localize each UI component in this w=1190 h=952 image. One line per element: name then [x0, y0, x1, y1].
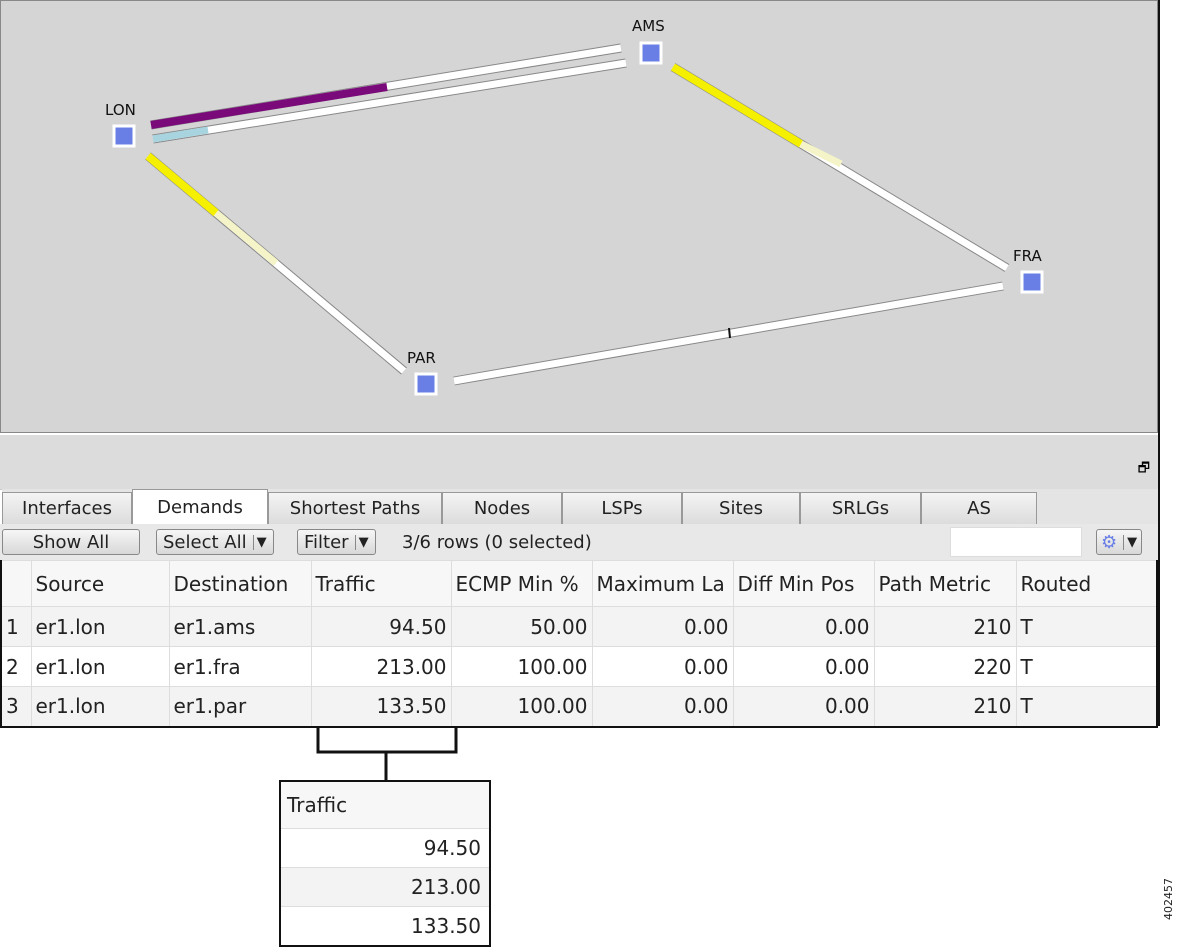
- callout-value: 133.50: [280, 906, 490, 947]
- cell-traffic: 213.00: [310, 646, 452, 687]
- node-label-ams: AMS: [632, 17, 665, 35]
- cell-source: er1.lon: [30, 606, 170, 647]
- frame-border: [1158, 0, 1160, 726]
- tab-shortest-paths[interactable]: Shortest Paths: [268, 492, 442, 524]
- cell-path-metric: 210: [873, 606, 1017, 647]
- node-par: [414, 372, 438, 396]
- column-header-traffic[interactable]: Traffic: [310, 560, 452, 607]
- tab-demands[interactable]: Demands: [132, 489, 268, 524]
- cell-routed: T: [1015, 686, 1158, 727]
- column-header-routed[interactable]: Routed: [1015, 560, 1158, 607]
- show-all-label: Show All: [32, 531, 110, 553]
- cell-diff-min-pos: 0.00: [732, 646, 875, 687]
- cell-destination: er1.fra: [168, 646, 312, 687]
- tab-nodes[interactable]: Nodes: [442, 492, 562, 524]
- table-row[interactable]: 1 er1.lon er1.ams 94.50 50.00 0.00 0.00 …: [0, 606, 1158, 647]
- column-header-ecmp-min[interactable]: ECMP Min %: [450, 560, 593, 607]
- table-header-row: Source Destination Traffic ECMP Min % Ma…: [0, 560, 1158, 607]
- tab-sites[interactable]: Sites: [682, 492, 800, 524]
- cell-diff-min-pos: 0.00: [732, 606, 875, 647]
- cell-maximum-latency: 0.00: [591, 646, 734, 687]
- column-header-index[interactable]: [0, 560, 32, 607]
- settings-button[interactable]: ⚙ ▼: [1096, 529, 1143, 555]
- node-fra: [1020, 270, 1044, 294]
- column-header-source[interactable]: Source: [30, 560, 170, 607]
- cell-path-metric: 220: [873, 646, 1017, 687]
- cell-ecmp-min: 100.00: [450, 646, 593, 687]
- tab-lsps[interactable]: LSPs: [562, 492, 682, 524]
- callout-value: 94.50: [280, 828, 490, 868]
- cell-source: er1.lon: [30, 646, 170, 687]
- cell-traffic: 94.50: [310, 606, 452, 647]
- gear-icon: ⚙: [1101, 531, 1118, 553]
- row-index: 1: [0, 606, 32, 647]
- tab-bar: Interfaces Demands Shortest Paths Nodes …: [2, 489, 1158, 524]
- chevron-down-icon[interactable]: ▼: [1123, 534, 1137, 550]
- column-header-path-metric[interactable]: Path Metric: [873, 560, 1017, 607]
- callout-value: 213.00: [280, 867, 490, 907]
- node-label-lon: LON: [105, 101, 136, 119]
- figure-id: 402457: [1162, 878, 1175, 920]
- cell-ecmp-min: 50.00: [450, 606, 593, 647]
- column-header-destination[interactable]: Destination: [168, 560, 312, 607]
- cell-path-metric: 210: [873, 686, 1017, 727]
- row-count-status: 3/6 rows (0 selected): [402, 532, 592, 553]
- search-input[interactable]: [950, 527, 1082, 557]
- cell-routed: T: [1015, 646, 1158, 687]
- cell-destination: er1.ams: [168, 606, 312, 647]
- column-header-diff-min-pos[interactable]: Diff Min Pos: [732, 560, 875, 607]
- chevron-down-icon[interactable]: ▼: [252, 534, 267, 550]
- callout-bracket: [316, 726, 458, 780]
- row-index: 2: [0, 646, 32, 687]
- filter-button[interactable]: Filter ▼: [297, 529, 376, 555]
- column-header-maximum-latency[interactable]: Maximum La: [591, 560, 734, 607]
- restore-window-icon[interactable]: 🗗: [1138, 459, 1150, 481]
- node-label-par: PAR: [407, 349, 436, 367]
- network-links: [112, 41, 1044, 396]
- toolbar: Show All Select All ▼ Filter ▼ 3/6 rows (0…: [0, 524, 1158, 560]
- node-lon: [112, 124, 136, 148]
- topology-map[interactable]: LON AMS FRA PAR: [0, 0, 1158, 433]
- chevron-down-icon[interactable]: ▼: [354, 534, 369, 550]
- node-ams: [639, 41, 663, 65]
- callout-header-traffic: Traffic: [280, 781, 490, 829]
- table-row[interactable]: 2 er1.lon er1.fra 213.00 100.00 0.00 0.0…: [0, 646, 1158, 687]
- filter-label: Filter: [304, 531, 349, 553]
- show-all-button[interactable]: Show All: [2, 529, 140, 555]
- cell-routed: T: [1015, 606, 1158, 647]
- cell-maximum-latency: 0.00: [591, 606, 734, 647]
- cell-maximum-latency: 0.00: [591, 686, 734, 727]
- link-utilization-bar: [152, 126, 209, 143]
- tab-interfaces[interactable]: Interfaces: [2, 492, 132, 524]
- tab-as[interactable]: AS: [921, 492, 1037, 524]
- tab-srlgs[interactable]: SRLGs: [800, 492, 921, 524]
- node-label-fra: FRA: [1013, 247, 1042, 265]
- traffic-callout-table: Traffic 94.50 213.00 133.50: [279, 780, 491, 947]
- panel-header: 🗗: [0, 435, 1158, 490]
- select-all-label: Select All: [163, 531, 247, 553]
- cell-diff-min-pos: 0.00: [732, 686, 875, 727]
- demands-table: Source Destination Traffic ECMP Min % Ma…: [0, 560, 1158, 728]
- select-all-button[interactable]: Select All ▼: [156, 529, 274, 555]
